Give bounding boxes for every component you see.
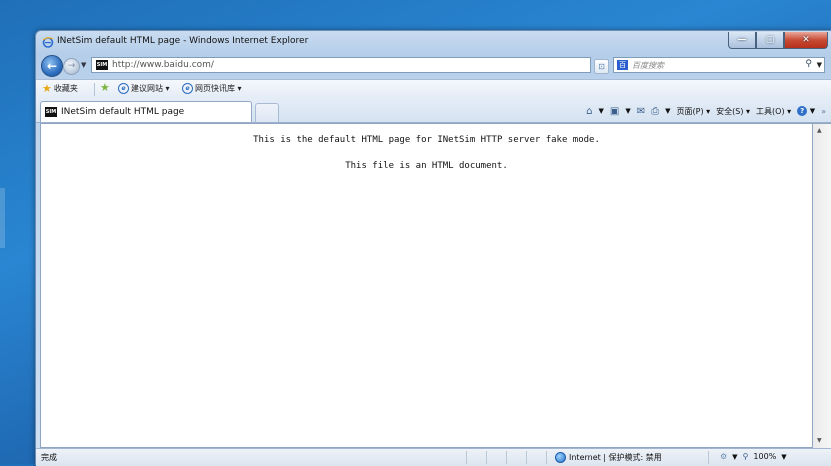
status-bar: 完成 Internet | 保护模式: 禁用 ⚙ ▼ ⚲ 100% ▼ <box>36 448 831 466</box>
favorites-bar: ★ 收藏夹 ★ e 建议网站 ▾ e 网页快讯库 ▾ <box>36 79 831 99</box>
scroll-down-icon[interactable]: ▼ <box>817 437 822 444</box>
popup-settings-icon[interactable]: ⚙ <box>720 452 727 461</box>
web-slice-gallery-link[interactable]: e 网页快讯库 ▾ <box>182 83 242 94</box>
address-input[interactable]: http://www.baidu.com/ <box>112 60 214 70</box>
close-icon: ✕ <box>802 35 810 45</box>
home-icon[interactable]: ⌂ <box>586 106 592 117</box>
back-arrow-icon: ← <box>46 59 58 73</box>
search-box[interactable]: 百 百度搜索 ⚲ ▼ <box>613 57 825 73</box>
page-content: This is the default HTML page for INetSi… <box>40 123 813 448</box>
forward-arrow-icon: → <box>67 61 76 71</box>
vertical-scrollbar[interactable]: ▲ ▼ <box>813 123 831 448</box>
status-divider <box>526 451 527 464</box>
favorites-star-icon: ★ <box>42 81 52 95</box>
more-commands-icon[interactable]: » <box>821 107 826 116</box>
status-divider <box>546 451 547 464</box>
scroll-up-icon[interactable]: ▲ <box>817 127 822 134</box>
feeds-dropdown[interactable]: ▼ <box>625 107 630 115</box>
command-bar: ⌂ ▼ ▣ ▼ ✉ ⎙ ▼ 页面(P) ▾ 安全(S) ▾ 工具(O) ▾ ? ▼ » <box>586 104 826 118</box>
minimize-button[interactable]: — <box>728 32 756 49</box>
popup-settings-dropdown[interactable]: ▼ <box>732 453 737 461</box>
close-button[interactable]: ✕ <box>784 32 828 49</box>
mail-icon[interactable]: ✉ <box>637 106 645 117</box>
baidu-logo-icon: 百 <box>617 60 628 70</box>
suggested-sites-label: 建议网站 ▾ <box>131 84 170 93</box>
security-zone[interactable]: Internet | 保护模式: 禁用 <box>555 452 662 463</box>
recent-pages-dropdown[interactable]: ▼ <box>81 61 86 69</box>
ie-page-icon: e <box>182 83 193 94</box>
add-favorite-button[interactable]: ★ <box>100 81 110 94</box>
search-icon[interactable]: ⚲ <box>805 59 812 69</box>
content-line-2: This file is an HTML document. <box>345 161 508 171</box>
tools-menu[interactable]: 工具(O) ▾ <box>756 106 791 117</box>
tab-favicon-icon: SIM <box>45 107 57 117</box>
ie-logo-icon <box>42 37 54 48</box>
status-divider <box>708 451 709 464</box>
favorites-separator <box>94 83 95 96</box>
status-text: 完成 <box>41 453 57 462</box>
zoom-icon: ⚲ <box>742 452 749 461</box>
print-icon[interactable]: ⎙ <box>651 106 659 117</box>
maximize-icon: ▢ <box>765 35 775 45</box>
new-tab-button[interactable] <box>255 103 279 122</box>
tab-current[interactable]: SIM INetSim default HTML page <box>40 101 252 122</box>
ie-page-icon: e <box>118 83 129 94</box>
forward-button[interactable]: → <box>63 58 80 75</box>
feeds-icon[interactable]: ▣ <box>610 106 619 117</box>
navigation-bar: ← → ▼ SIM http://www.baidu.com/ ▼ ⊡ 百 百度… <box>36 53 831 79</box>
home-dropdown[interactable]: ▼ <box>599 107 604 115</box>
help-icon: ? <box>797 106 808 116</box>
help-menu[interactable]: ? ▼ <box>797 106 815 116</box>
favorites-button[interactable]: ★ 收藏夹 <box>42 83 78 94</box>
status-divider <box>506 451 507 464</box>
address-bar[interactable]: SIM http://www.baidu.com/ ▼ <box>91 57 602 74</box>
search-input[interactable]: 百度搜索 <box>632 60 664 71</box>
title-bar[interactable]: INetSim default HTML page - Windows Inte… <box>36 31 831 53</box>
window-title: INetSim default HTML page - Windows Inte… <box>57 36 309 46</box>
suggested-sites-link[interactable]: e 建议网站 ▾ <box>118 83 170 94</box>
caption-buttons: — ▢ ✕ <box>728 32 828 49</box>
zone-label: Internet | 保护模式: 禁用 <box>569 453 662 462</box>
zoom-dropdown[interactable]: ▼ <box>781 453 786 461</box>
add-to-favorites-icon: ★ <box>100 81 110 94</box>
safety-menu[interactable]: 安全(S) ▾ <box>716 106 750 117</box>
browser-window: INetSim default HTML page - Windows Inte… <box>35 30 831 466</box>
content-line-1: This is the default HTML page for INetSi… <box>253 135 600 145</box>
web-slice-gallery-label: 网页快讯库 ▾ <box>195 84 242 93</box>
status-divider <box>466 451 467 464</box>
tab-title: INetSim default HTML page <box>61 107 185 117</box>
zoom-control[interactable]: ⚙ ▼ ⚲ 100% ▼ <box>720 452 787 461</box>
site-favicon-icon: SIM <box>96 60 108 70</box>
internet-globe-icon <box>555 452 566 463</box>
print-dropdown[interactable]: ▼ <box>665 107 670 115</box>
back-button[interactable]: ← <box>41 55 63 77</box>
maximize-button[interactable]: ▢ <box>756 32 784 49</box>
desktop-edge <box>0 188 5 248</box>
page-menu[interactable]: 页面(P) ▾ <box>677 106 711 117</box>
status-divider <box>486 451 487 464</box>
minimize-icon: — <box>737 35 747 45</box>
favorites-label: 收藏夹 <box>53 84 78 93</box>
tab-bar: SIM INetSim default HTML page ⌂ ▼ ▣ ▼ ✉ ⎙ ▼… <box>36 98 831 123</box>
search-options-dropdown[interactable]: ▼ <box>817 61 822 69</box>
zoom-level: 100% <box>753 452 777 461</box>
